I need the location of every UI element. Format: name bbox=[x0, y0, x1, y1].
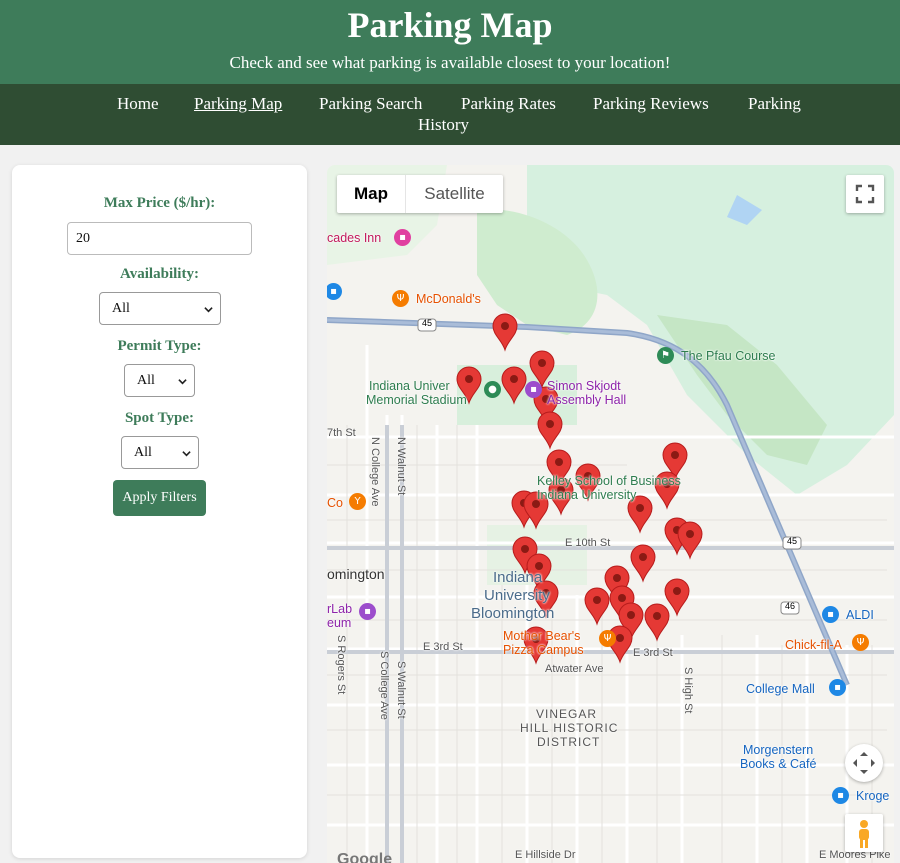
mother-bears-label-line1: Mother Bear's bbox=[503, 629, 581, 643]
eskenazi-label-line2: eum bbox=[327, 616, 352, 630]
nav-home[interactable]: Home bbox=[117, 94, 159, 114]
shop-icon[interactable]: ▪ bbox=[832, 787, 849, 804]
parking-pin[interactable] bbox=[537, 411, 563, 450]
museum-icon[interactable]: ▪ bbox=[359, 603, 376, 620]
parking-pin[interactable] bbox=[664, 578, 690, 617]
s-high-st-label: S High St bbox=[682, 667, 694, 714]
route-45-label: 45 bbox=[422, 318, 433, 328]
spot-type-select[interactable]: All bbox=[121, 436, 199, 469]
chickfila-label: Chick-fil-A bbox=[785, 638, 842, 652]
parking-pin[interactable] bbox=[584, 587, 610, 626]
page-subtitle: Check and see what parking is available … bbox=[229, 53, 671, 72]
parking-pin[interactable] bbox=[630, 544, 656, 583]
s-walnut-st-label: S Walnut St bbox=[395, 661, 407, 719]
golf-icon[interactable]: ⚑ bbox=[657, 347, 674, 364]
iu-label-line2: University bbox=[484, 587, 550, 604]
kelley-label-line1: Kelley School of Business bbox=[537, 474, 681, 488]
street-view-button[interactable] bbox=[845, 814, 883, 852]
site-header: Parking Map Check and see what parking i… bbox=[0, 0, 900, 84]
college-mall-label: College Mall bbox=[746, 682, 815, 696]
parking-map[interactable]: 45 45 46 ▪ cades Inn ▪ Ψ McDonald's ⚑ Th… bbox=[327, 165, 894, 863]
stadium-label-line1: Indiana Univer bbox=[369, 379, 450, 393]
chevron-down-icon bbox=[204, 307, 213, 313]
main-nav: Home Parking Map Parking Search Parking … bbox=[0, 84, 900, 145]
fullscreen-button[interactable] bbox=[846, 175, 884, 213]
e10th-street-label: E 10th St bbox=[565, 537, 611, 549]
nav-parking-history[interactable]: Parking bbox=[748, 94, 801, 114]
parking-pin[interactable] bbox=[644, 603, 670, 642]
max-price-label: Max Price ($/hr): bbox=[103, 195, 216, 211]
co-label: Co bbox=[327, 496, 343, 510]
mother-bears-label-line2: Pizza Campus bbox=[503, 643, 584, 657]
chevron-down-icon bbox=[178, 379, 187, 385]
vinegar-hill-label-line2: HILL HISTORIC bbox=[520, 721, 619, 735]
kelley-label-line2: Indiana University bbox=[537, 488, 637, 502]
spot-type-value: All bbox=[134, 445, 152, 460]
s-college-ave-label: S College Ave bbox=[378, 651, 390, 720]
availability-label: Availability: bbox=[120, 266, 199, 282]
spot-type-label: Spot Type: bbox=[124, 410, 195, 426]
chevron-down-icon bbox=[182, 451, 191, 457]
apply-filters-button[interactable]: Apply Filters bbox=[113, 480, 206, 516]
parking-pin[interactable] bbox=[492, 313, 518, 352]
nav-parking-reviews[interactable]: Parking Reviews bbox=[593, 94, 709, 114]
permit-type-select[interactable]: All bbox=[124, 364, 195, 397]
atwater-ave-label: Atwater Ave bbox=[545, 663, 604, 675]
stadium-icon[interactable]: ● bbox=[484, 381, 501, 398]
bar-icon[interactable]: Y bbox=[349, 493, 366, 510]
map-type-toggle[interactable]: Map Satellite bbox=[337, 175, 503, 213]
aldi-label: ALDI bbox=[846, 608, 874, 622]
college-ave-label: N College Ave bbox=[369, 437, 381, 507]
fullscreen-icon bbox=[855, 184, 875, 204]
map-type-map[interactable]: Map bbox=[337, 175, 405, 213]
walnut-st-label: N Walnut St bbox=[395, 437, 407, 496]
nav-parking-map[interactable]: Parking Map bbox=[194, 94, 282, 114]
seventh-street-label: 7th St bbox=[327, 427, 356, 439]
filter-panel: Max Price ($/hr): 20 Availability: All P… bbox=[12, 165, 307, 858]
permit-type-label: Permit Type: bbox=[117, 338, 202, 354]
shop-icon[interactable]: ▪ bbox=[829, 679, 846, 696]
arena-icon[interactable]: ▪ bbox=[525, 381, 542, 398]
pegman-icon bbox=[859, 820, 869, 848]
hillside-dr-label: E Hillside Dr bbox=[515, 849, 576, 861]
route-46-label: 46 bbox=[785, 601, 796, 611]
assembly-hall-label-line1: Simon Skjodt bbox=[547, 379, 621, 393]
nav-parking-search[interactable]: Parking Search bbox=[319, 94, 422, 114]
e3rd-street-west-label: E 3rd St bbox=[423, 641, 463, 653]
hotel-icon[interactable]: ▪ bbox=[394, 229, 411, 246]
map-type-satellite[interactable]: Satellite bbox=[405, 175, 503, 213]
nav-parking-rates[interactable]: Parking Rates bbox=[461, 94, 556, 114]
morgenstern-label-line2: Books & Café bbox=[740, 757, 817, 771]
bloomington-city-label: omington bbox=[327, 566, 385, 582]
e3rd-street-east-label: E 3rd St bbox=[633, 647, 673, 659]
page-title: Parking Map bbox=[347, 5, 553, 45]
iu-label-line1: Indiana bbox=[493, 569, 543, 586]
vinegar-hill-label-line1: VINEGAR bbox=[536, 707, 598, 721]
iu-label-line3: Bloomington bbox=[471, 605, 555, 622]
parking-pin[interactable] bbox=[677, 521, 703, 560]
restaurant-icon[interactable]: Ψ bbox=[392, 290, 409, 307]
availability-select[interactable]: All bbox=[99, 292, 221, 325]
kroger-label: Kroge bbox=[856, 789, 890, 803]
route-45-label: 45 bbox=[787, 536, 798, 546]
google-logo: Google bbox=[337, 851, 393, 863]
camera-control-button[interactable] bbox=[845, 744, 883, 782]
availability-value: All bbox=[112, 301, 130, 316]
shop-icon[interactable]: ▪ bbox=[822, 606, 839, 623]
eskenazi-label-line1: rLab bbox=[327, 602, 353, 616]
pizza-icon[interactable]: Ψ bbox=[599, 630, 616, 647]
permit-type-value: All bbox=[137, 373, 155, 388]
vinegar-hill-label-line3: DISTRICT bbox=[537, 735, 601, 749]
stadium-label-line2: Memorial Stadium bbox=[366, 393, 467, 407]
mcdonalds-label: McDonald's bbox=[416, 292, 481, 306]
morgenstern-label-line1: Morgenstern bbox=[743, 743, 814, 757]
assembly-hall-label-line2: Assembly Hall bbox=[547, 393, 627, 407]
max-price-input[interactable]: 20 bbox=[67, 222, 252, 255]
s-rogers-st-label: S Rogers St bbox=[335, 635, 347, 695]
cascades-inn-label: cades Inn bbox=[327, 231, 382, 245]
pfau-course-label: The Pfau Course bbox=[681, 349, 776, 363]
restaurant-icon[interactable]: Ψ bbox=[852, 634, 869, 651]
nav-parking-history-line2[interactable]: History bbox=[418, 115, 469, 135]
pan-arrows-icon bbox=[853, 752, 875, 774]
